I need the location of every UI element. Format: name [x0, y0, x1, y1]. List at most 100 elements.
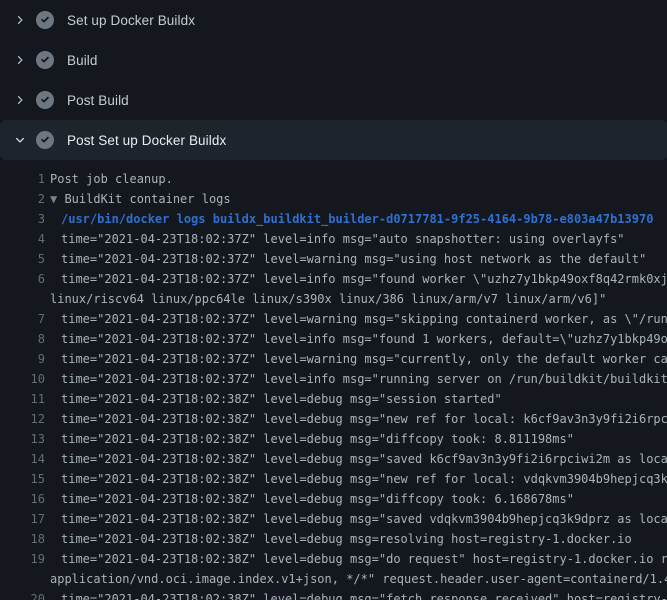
- log-message: time="2021-04-23T18:02:38Z" level=debug …: [61, 472, 667, 486]
- log-line-number[interactable]: 19: [0, 549, 45, 569]
- log-line: 5 time="2021-04-23T18:02:37Z" level=warn…: [0, 249, 667, 269]
- step-row-post-build[interactable]: Post Build: [0, 80, 667, 120]
- step-label: Build: [67, 53, 98, 68]
- log-line: 13 time="2021-04-23T18:02:38Z" level=deb…: [0, 429, 667, 449]
- log-line-text: time="2021-04-23T18:02:38Z" level=debug …: [45, 529, 632, 549]
- log-message: BuildKit container logs: [64, 192, 230, 206]
- step-label: Set up Docker Buildx: [67, 13, 195, 28]
- step-row-build[interactable]: Build: [0, 40, 667, 80]
- log-message: /usr/bin/docker logs buildx_buildkit_bui…: [61, 212, 653, 226]
- log-line: 1 Post job cleanup.: [0, 169, 667, 189]
- log-line-number[interactable]: 12: [0, 409, 45, 429]
- log-line-number[interactable]: 20: [0, 589, 45, 600]
- log-line-text: time="2021-04-23T18:02:37Z" level=info m…: [45, 329, 667, 349]
- log-line-text: /usr/bin/docker logs buildx_buildkit_bui…: [45, 209, 653, 229]
- check-circle-icon: [36, 51, 54, 69]
- log-line: 2 ▼ BuildKit container logs: [0, 189, 667, 209]
- log-line: 11 time="2021-04-23T18:02:38Z" level=deb…: [0, 389, 667, 409]
- log-line: 4 time="2021-04-23T18:02:37Z" level=info…: [0, 229, 667, 249]
- log-line: 15 time="2021-04-23T18:02:38Z" level=deb…: [0, 469, 667, 489]
- log-line-text: Post job cleanup.: [45, 169, 173, 189]
- log-message: time="2021-04-23T18:02:37Z" level=info m…: [61, 272, 667, 286]
- log-line-text: application/vnd.oci.image.index.v1+json,…: [45, 569, 667, 589]
- chevron-right-icon: [12, 52, 28, 68]
- log-message: Post job cleanup.: [50, 172, 173, 186]
- log-message: time="2021-04-23T18:02:37Z" level=warnin…: [61, 252, 646, 266]
- log-line-number[interactable]: 10: [0, 369, 45, 389]
- log-line-number[interactable]: 7: [0, 309, 45, 329]
- log-line-number[interactable]: 6: [0, 269, 45, 289]
- chevron-right-icon: [12, 12, 28, 28]
- log-message: time="2021-04-23T18:02:37Z" level=warnin…: [61, 352, 667, 366]
- log-line-text: time="2021-04-23T18:02:38Z" level=debug …: [45, 509, 667, 529]
- log-line-number[interactable]: 14: [0, 449, 45, 469]
- log-line-number[interactable]: 2: [0, 189, 45, 209]
- log-line-text: time="2021-04-23T18:02:37Z" level=warnin…: [45, 309, 667, 329]
- log-message: time="2021-04-23T18:02:38Z" level=debug …: [61, 452, 667, 466]
- log-message: linux/riscv64 linux/ppc64le linux/s390x …: [50, 292, 606, 306]
- log-line: linux/riscv64 linux/ppc64le linux/s390x …: [0, 289, 667, 309]
- log-line-number[interactable]: 9: [0, 349, 45, 369]
- log-line-number[interactable]: 8: [0, 329, 45, 349]
- log-line-number[interactable]: 4: [0, 229, 45, 249]
- log-line-text: time="2021-04-23T18:02:38Z" level=debug …: [45, 589, 667, 600]
- log-message: time="2021-04-23T18:02:37Z" level=info m…: [61, 232, 625, 246]
- log-line-number[interactable]: 17: [0, 509, 45, 529]
- log-line-text: time="2021-04-23T18:02:37Z" level=warnin…: [45, 249, 646, 269]
- triangle-down-icon[interactable]: ▼: [50, 192, 64, 206]
- log-line: 20 time="2021-04-23T18:02:38Z" level=deb…: [0, 589, 667, 600]
- log-line: 16 time="2021-04-23T18:02:38Z" level=deb…: [0, 489, 667, 509]
- log-line-text: time="2021-04-23T18:02:38Z" level=debug …: [45, 549, 667, 569]
- log-line: 14 time="2021-04-23T18:02:38Z" level=deb…: [0, 449, 667, 469]
- log-viewer: 1 Post job cleanup. 2 ▼ BuildKit contain…: [0, 160, 667, 600]
- check-circle-icon: [36, 91, 54, 109]
- log-line-number[interactable]: 3: [0, 209, 45, 229]
- log-line-number[interactable]: 11: [0, 389, 45, 409]
- check-circle-icon: [36, 11, 54, 29]
- check-circle-icon: [36, 131, 54, 149]
- log-line-number[interactable]: 13: [0, 429, 45, 449]
- log-line-text: time="2021-04-23T18:02:37Z" level=warnin…: [45, 349, 667, 369]
- log-line: 19 time="2021-04-23T18:02:38Z" level=deb…: [0, 549, 667, 569]
- log-message: time="2021-04-23T18:02:38Z" level=debug …: [61, 552, 667, 566]
- log-line-text: ▼ BuildKit container logs: [45, 189, 231, 209]
- log-line: 10 time="2021-04-23T18:02:37Z" level=inf…: [0, 369, 667, 389]
- log-message: time="2021-04-23T18:02:38Z" level=debug …: [61, 432, 574, 446]
- log-line-text: time="2021-04-23T18:02:38Z" level=debug …: [45, 429, 574, 449]
- log-message: time="2021-04-23T18:02:37Z" level=info m…: [61, 332, 667, 346]
- log-message: time="2021-04-23T18:02:38Z" level=debug …: [61, 532, 632, 546]
- step-row-post-set-up-docker-buildx[interactable]: Post Set up Docker Buildx: [0, 120, 667, 160]
- log-line-text: time="2021-04-23T18:02:37Z" level=info m…: [45, 269, 667, 289]
- log-line-text: time="2021-04-23T18:02:38Z" level=debug …: [45, 449, 667, 469]
- log-line: 6 time="2021-04-23T18:02:37Z" level=info…: [0, 269, 667, 289]
- log-line-number[interactable]: [0, 569, 45, 589]
- chevron-down-icon: [12, 132, 28, 148]
- log-line-text: linux/riscv64 linux/ppc64le linux/s390x …: [45, 289, 606, 309]
- log-line-number[interactable]: 5: [0, 249, 45, 269]
- step-label: Post Set up Docker Buildx: [67, 133, 226, 148]
- log-message: time="2021-04-23T18:02:38Z" level=debug …: [61, 512, 667, 526]
- log-line-number[interactable]: 16: [0, 489, 45, 509]
- log-line: application/vnd.oci.image.index.v1+json,…: [0, 569, 667, 589]
- step-list: Set up Docker Buildx Build Post Build: [0, 0, 667, 160]
- log-line-text: time="2021-04-23T18:02:38Z" level=debug …: [45, 469, 667, 489]
- log-message: time="2021-04-23T18:02:38Z" level=debug …: [61, 392, 502, 406]
- step-row-set-up-docker-buildx[interactable]: Set up Docker Buildx: [0, 0, 667, 40]
- log-line-number[interactable]: [0, 289, 45, 309]
- log-message: time="2021-04-23T18:02:38Z" level=debug …: [61, 412, 667, 426]
- log-line-text: time="2021-04-23T18:02:38Z" level=debug …: [45, 389, 502, 409]
- log-line: 3 /usr/bin/docker logs buildx_buildkit_b…: [0, 209, 667, 229]
- log-line-number[interactable]: 15: [0, 469, 45, 489]
- log-message: time="2021-04-23T18:02:38Z" level=debug …: [61, 492, 574, 506]
- log-line-number[interactable]: 18: [0, 529, 45, 549]
- log-line: 8 time="2021-04-23T18:02:37Z" level=info…: [0, 329, 667, 349]
- log-line-number[interactable]: 1: [0, 169, 45, 189]
- log-line: 17 time="2021-04-23T18:02:38Z" level=deb…: [0, 509, 667, 529]
- log-line: 9 time="2021-04-23T18:02:37Z" level=warn…: [0, 349, 667, 369]
- log-line-text: time="2021-04-23T18:02:37Z" level=info m…: [45, 369, 667, 389]
- log-line: 7 time="2021-04-23T18:02:37Z" level=warn…: [0, 309, 667, 329]
- chevron-right-icon: [12, 92, 28, 108]
- log-line-text: time="2021-04-23T18:02:38Z" level=debug …: [45, 489, 574, 509]
- log-message: time="2021-04-23T18:02:37Z" level=info m…: [61, 372, 667, 386]
- log-line: 18 time="2021-04-23T18:02:38Z" level=deb…: [0, 529, 667, 549]
